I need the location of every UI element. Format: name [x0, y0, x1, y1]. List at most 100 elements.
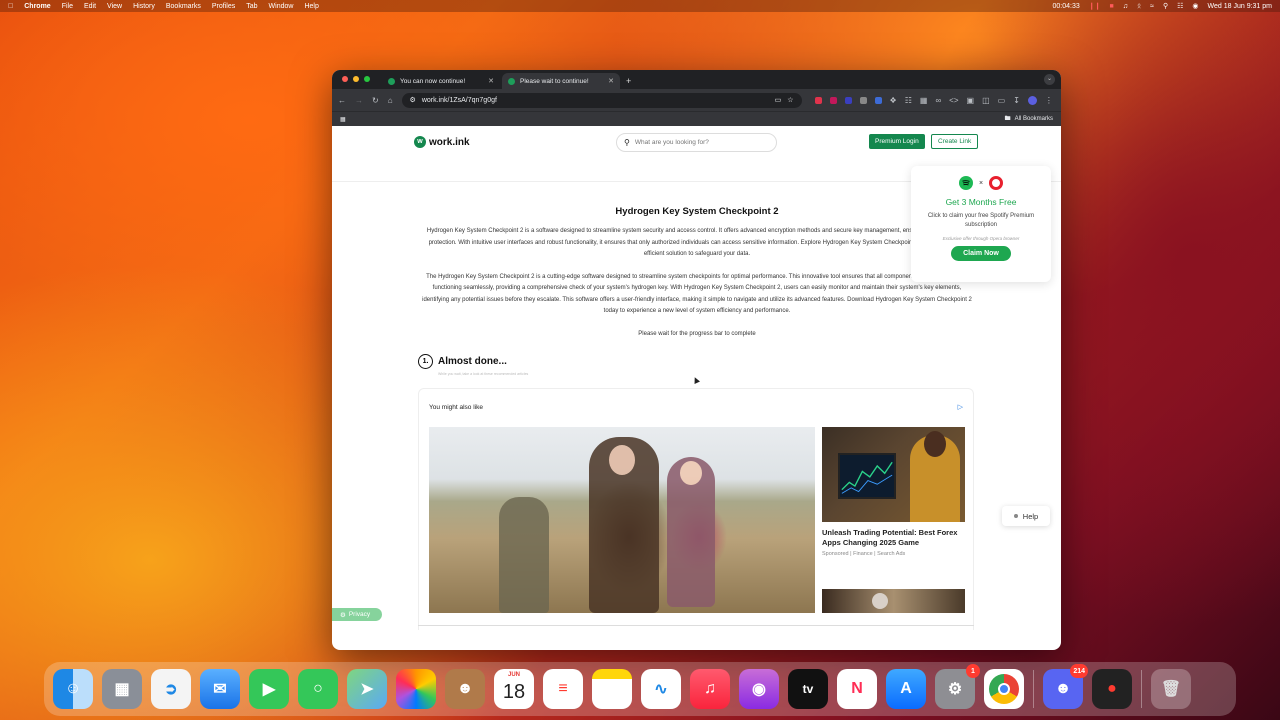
all-bookmarks[interactable]: 🖿 All Bookmarks — [1005, 114, 1053, 124]
messages-icon[interactable]: ○ — [298, 669, 338, 709]
step-label: Almost done... — [438, 356, 507, 367]
site-info-icon[interactable]: ⚙ — [410, 96, 416, 104]
ad-title[interactable]: Unleash Trading Potential: Best Forex Ap… — [822, 528, 965, 548]
trash-icon[interactable]: 🗑 — [1151, 669, 1191, 709]
help-button[interactable]: Help — [1002, 506, 1050, 526]
ad-image-family[interactable] — [429, 427, 815, 613]
tab-you-can-continue[interactable]: You can now continue! ✕ — [382, 73, 500, 89]
menu-file[interactable]: File — [62, 3, 73, 10]
wifi-icon[interactable]: ≈ — [1150, 3, 1154, 10]
opera-icon — [989, 176, 1004, 190]
mouse-cursor-icon — [692, 376, 700, 384]
code-icon[interactable]: <> — [949, 96, 958, 105]
spotify-promo: × Get 3 Months Free Click to claim your … — [911, 166, 1051, 282]
premium-login-button[interactable]: Premium Login — [869, 134, 925, 149]
extension-icon[interactable] — [829, 96, 837, 104]
cast-icon[interactable]: ▭ — [775, 96, 782, 104]
search-icon[interactable]: ⚲ — [1163, 2, 1168, 10]
article-paragraph-1: Hydrogen Key System Checkpoint 2 is a so… — [426, 228, 968, 257]
app-store-icon[interactable]: A — [886, 669, 926, 709]
extension-icon[interactable] — [844, 96, 852, 104]
music-icon[interactable]: ♫ — [690, 669, 730, 709]
cast-media-icon[interactable]: ▭ — [998, 96, 1006, 105]
help-label: Help — [1022, 511, 1039, 521]
link-icon[interactable]: ∞ — [935, 96, 941, 105]
claim-now-button[interactable]: Claim Now — [951, 246, 1011, 261]
facetime-icon[interactable]: ▶ — [249, 669, 289, 709]
launchpad-icon[interactable]: ▦ — [102, 669, 142, 709]
menu-clock[interactable]: Wed 18 Jun 9:31 pm — [1208, 3, 1272, 10]
home-icon[interactable]: ⌂ — [388, 96, 393, 105]
menu-kebab-icon[interactable]: ⋮ — [1045, 96, 1053, 105]
menu-help[interactable]: Help — [304, 3, 318, 10]
site-logo[interactable]: w work.ink — [414, 136, 470, 148]
translate-icon[interactable]: ☷ — [905, 96, 912, 105]
close-tab-icon[interactable]: ✕ — [608, 77, 614, 85]
adchoices-icon[interactable]: ▷ — [958, 403, 963, 411]
calendar-icon[interactable]: JUN 18 — [494, 669, 534, 709]
menu-tab[interactable]: Tab — [246, 3, 257, 10]
freeform-icon[interactable]: ∿ — [641, 669, 681, 709]
zoom-window-button[interactable] — [364, 76, 370, 82]
new-tab-button[interactable]: + — [626, 76, 631, 86]
search-input[interactable] — [634, 139, 765, 146]
puzzle-icon[interactable]: ❖ — [890, 96, 897, 105]
create-link-button[interactable]: Create Link — [931, 134, 979, 149]
menu-profiles[interactable]: Profiles — [212, 3, 235, 10]
reminders-icon[interactable]: ≡ — [543, 669, 583, 709]
extension-icon[interactable] — [859, 96, 867, 104]
ad-image-trading[interactable] — [822, 427, 965, 522]
extension-icon[interactable] — [814, 96, 822, 104]
maps-icon[interactable]: ➤ — [347, 669, 387, 709]
screen-recorder-icon[interactable]: ● — [1092, 669, 1132, 709]
menu-edit[interactable]: Edit — [84, 3, 96, 10]
headphones-icon[interactable]: ♫ — [1123, 3, 1128, 10]
apps-grid-icon[interactable]: ▦ — [340, 116, 346, 123]
bluetooth-icon[interactable]: ᛟ — [1137, 3, 1141, 10]
sidebar-icon[interactable]: ◫ — [982, 96, 990, 105]
forward-icon[interactable]: → — [355, 96, 363, 105]
grid-icon[interactable]: ▦ — [920, 96, 928, 105]
tab-search-button[interactable]: ⌄ — [1044, 74, 1055, 85]
menu-app-name[interactable]: Chrome — [24, 3, 50, 10]
finder-icon[interactable]: ☺ — [53, 669, 93, 709]
contacts-icon[interactable]: ☻ — [445, 669, 485, 709]
apple-tv-icon[interactable]: tv — [788, 669, 828, 709]
download-icon[interactable]: ↧ — [1013, 96, 1020, 105]
menu-bookmarks[interactable]: Bookmarks — [166, 3, 201, 10]
system-settings-icon[interactable]: ⚙ 1 — [935, 664, 980, 709]
notes-icon[interactable] — [592, 669, 632, 709]
spotify-icon — [958, 176, 973, 190]
chrome-icon[interactable] — [984, 669, 1024, 709]
control-center-icon[interactable]: ☷ — [1177, 2, 1183, 10]
close-tab-icon[interactable]: ✕ — [488, 77, 494, 85]
menu-window[interactable]: Window — [269, 3, 294, 10]
address-bar[interactable]: ⚙ work.ink/1ZsA/7qn7g0gf ▭ ☆ — [401, 92, 802, 108]
reload-icon[interactable]: ↻ — [372, 96, 379, 105]
discord-icon[interactable]: ☻ 214 — [1043, 664, 1088, 709]
bookmark-star-icon[interactable]: ☆ — [787, 96, 793, 104]
news-icon[interactable]: N — [837, 669, 877, 709]
pause-icon[interactable]: ❙❙ — [1089, 2, 1101, 10]
menu-view[interactable]: View — [107, 3, 122, 10]
url-text[interactable]: work.ink/1ZsA/7qn7g0gf — [422, 97, 769, 104]
menu-history[interactable]: History — [133, 3, 155, 10]
privacy-button[interactable]: ⚙ Privacy — [332, 608, 382, 621]
tab-please-wait[interactable]: Please wait to continue! ✕ — [502, 73, 620, 89]
site-search[interactable]: ⚲ — [616, 133, 777, 152]
profile-avatar[interactable] — [1027, 95, 1037, 105]
back-icon[interactable]: ← — [338, 96, 346, 105]
stop-icon[interactable]: ■ — [1109, 3, 1113, 10]
podcasts-icon[interactable]: ◉ — [739, 669, 779, 709]
apple-icon[interactable]:  — [8, 3, 13, 10]
mail-icon[interactable]: ✉ — [200, 669, 240, 709]
safari-icon[interactable]: ➲ — [151, 669, 191, 709]
extension-icon[interactable] — [874, 96, 882, 104]
close-window-button[interactable] — [342, 76, 348, 82]
ad-image-second[interactable] — [822, 589, 965, 613]
siri-icon[interactable]: ◉ — [1192, 2, 1198, 10]
photos-icon[interactable] — [396, 669, 436, 709]
divider — [418, 625, 974, 626]
screenshot-icon[interactable]: ▣ — [967, 96, 975, 105]
minimize-window-button[interactable] — [353, 76, 359, 82]
